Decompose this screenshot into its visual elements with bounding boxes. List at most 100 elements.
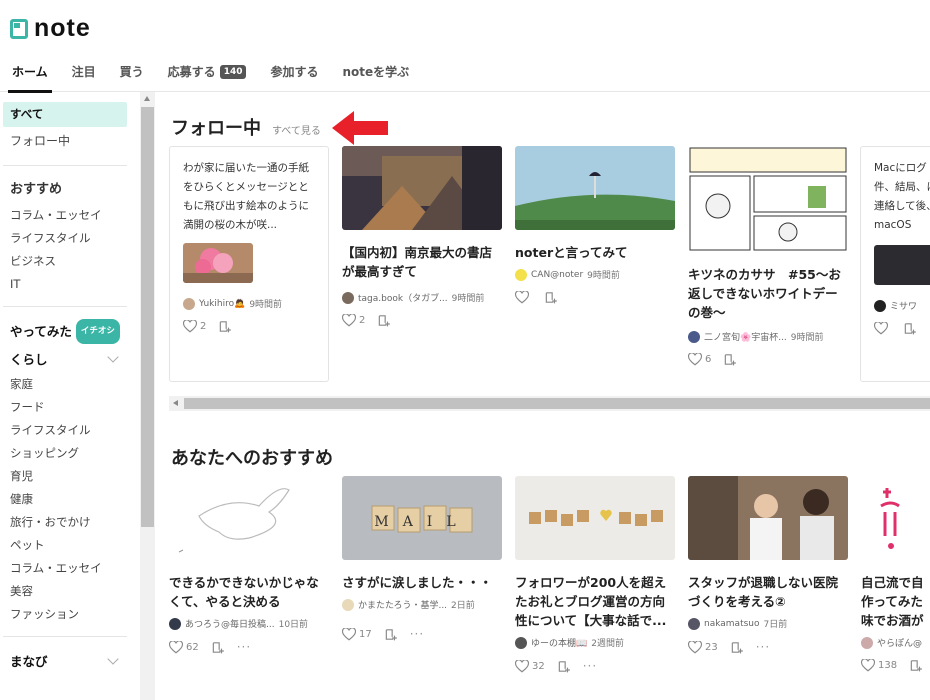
- magazine-add-icon[interactable]: [218, 320, 232, 333]
- note-title[interactable]: フォロワーが200人を超えたお礼とブログ運営の方向性について【大事な話で...: [515, 573, 675, 630]
- sidebar-item-all[interactable]: すべて: [3, 102, 127, 127]
- note-title[interactable]: できるかできないかじゃなくて、やると決める: [169, 573, 329, 611]
- more-options-icon[interactable]: ···: [583, 659, 597, 673]
- note-card[interactable]: MAIL さすがに涙しました・・・ かまたたろう・基学... 2日前 17 ··…: [342, 476, 502, 641]
- note-card[interactable]: noterと言ってみて CAN@noter 9時間前: [515, 146, 675, 304]
- heart-icon[interactable]: [515, 291, 529, 304]
- avatar[interactable]: [515, 636, 527, 649]
- note-title[interactable]: 【国内初】南京最大の書店が最高すぎて: [342, 243, 502, 281]
- magazine-add-icon[interactable]: [377, 314, 391, 327]
- sidebar-item-fashion[interactable]: ファッション: [3, 603, 127, 626]
- author-name[interactable]: Yukihiro🙇: [199, 299, 245, 309]
- magazine-add-icon[interactable]: [211, 641, 225, 654]
- heart-icon[interactable]: [342, 627, 356, 641]
- tab-apply[interactable]: 応募する 140: [156, 52, 259, 92]
- note-card[interactable]: キツネのカササ #55～お返しできないホワイトデーの巻～ 二ノ宮旬🌸宇宙杯...…: [688, 146, 848, 366]
- sidebar-item-label: ライフスタイル: [10, 231, 91, 245]
- sidebar-item-it[interactable]: IT: [3, 273, 127, 296]
- sidebar-item-beauty[interactable]: 美容: [3, 580, 127, 603]
- avatar[interactable]: [861, 636, 873, 649]
- tab-trending[interactable]: 注目: [60, 52, 108, 92]
- avatar[interactable]: [342, 291, 354, 304]
- heart-icon[interactable]: [342, 314, 356, 327]
- scrollbar-thumb[interactable]: [141, 107, 154, 527]
- sidebar-item-childcare[interactable]: 育児: [3, 465, 127, 488]
- sidebar-item-pet[interactable]: ペット: [3, 534, 127, 557]
- carousel-scrollbar[interactable]: [169, 396, 930, 411]
- avatar[interactable]: [688, 330, 700, 343]
- avatar[interactable]: [342, 598, 354, 611]
- note-card[interactable]: できるかできないかじゃなくて、やると決める あつろう@毎日投稿... 10日前 …: [169, 476, 329, 654]
- note-thumbnail: [515, 476, 675, 560]
- magazine-add-icon[interactable]: [384, 628, 398, 641]
- tab-join[interactable]: 参加する: [258, 52, 330, 92]
- author-name[interactable]: nakamatsuo: [704, 619, 760, 629]
- sidebar-item-following[interactable]: フォロー中: [3, 127, 127, 155]
- heart-icon[interactable]: [169, 640, 183, 654]
- scrollbar-thumb[interactable]: [184, 398, 930, 409]
- heart-icon[interactable]: [874, 322, 888, 335]
- author-name[interactable]: ミサワ: [890, 299, 917, 312]
- author-name[interactable]: CAN@noter: [531, 270, 583, 280]
- tab-label: ホーム: [12, 65, 48, 79]
- magazine-add-icon[interactable]: [723, 353, 737, 366]
- more-options-icon[interactable]: ···: [410, 627, 424, 641]
- note-logo[interactable]: note: [10, 14, 91, 43]
- author-name[interactable]: かまたたろう・基学...: [358, 598, 447, 611]
- sidebar-item-learn[interactable]: まなび: [3, 647, 127, 675]
- magazine-add-icon[interactable]: [557, 660, 571, 673]
- note-card[interactable]: フォロワーが200人を超えたお礼とブログ運営の方向性について【大事な話で... …: [515, 476, 675, 673]
- sidebar-item-column-2[interactable]: コラム・エッセイ: [3, 557, 127, 580]
- note-card[interactable]: スタッフが退職しない医院づくりを考える② nakamatsuo 7日前 23 ·…: [688, 476, 848, 654]
- tab-home[interactable]: ホーム: [0, 52, 60, 93]
- author-name[interactable]: 二ノ宮旬🌸宇宙杯...: [704, 330, 787, 343]
- sidebar-item-home[interactable]: 家庭: [3, 373, 127, 396]
- heart-icon[interactable]: [688, 353, 702, 366]
- see-all-link[interactable]: すべて見る: [272, 122, 321, 137]
- avatar[interactable]: [515, 268, 527, 281]
- sidebar-item-column[interactable]: コラム・エッセイ: [3, 204, 127, 227]
- magazine-add-icon[interactable]: [903, 322, 917, 335]
- note-title[interactable]: 自己流で自作ってみた味でお酒が: [861, 573, 930, 630]
- author-name[interactable]: あつろう@毎日投稿...: [185, 617, 275, 630]
- note-card[interactable]: 【国内初】南京最大の書店が最高すぎて taga.book（タガブ... 9時間前…: [342, 146, 502, 327]
- author-name[interactable]: やらぽん@: [877, 636, 922, 649]
- sidebar-item-travel[interactable]: 旅行・おでかけ: [3, 511, 127, 534]
- heart-icon[interactable]: [861, 659, 875, 672]
- note-title[interactable]: キツネのカササ #55～お返しできないホワイトデーの巻～: [688, 265, 848, 322]
- sidebar-item-tried[interactable]: やってみた イチオシ: [3, 317, 127, 345]
- note-title[interactable]: さすがに涙しました・・・: [342, 573, 502, 592]
- scroll-up-arrow-icon[interactable]: [144, 96, 150, 101]
- tab-learn-note[interactable]: noteを学ぶ: [331, 52, 422, 92]
- author-name[interactable]: ゆーの本棚📖: [531, 636, 587, 649]
- sidebar-item-lifestyle-2[interactable]: ライフスタイル: [3, 419, 127, 442]
- avatar[interactable]: [688, 617, 700, 630]
- tab-buy[interactable]: 買う: [108, 52, 156, 92]
- magazine-add-icon[interactable]: [544, 291, 558, 304]
- sidebar-item-life[interactable]: くらし: [3, 345, 127, 373]
- text-note-card[interactable]: Macにログ件、結局、に連絡して後、macOS ミサワ: [860, 146, 930, 382]
- heart-icon[interactable]: [183, 320, 197, 333]
- text-note-card[interactable]: わが家に届いた一通の手紙をひらくとメッセージとともに飛び出す絵本のように満開の桜…: [169, 146, 329, 382]
- note-card[interactable]: 自己流で自作ってみた味でお酒が やらぽん@ 138: [861, 476, 930, 672]
- sidebar-scrollbar[interactable]: [140, 92, 155, 700]
- sidebar-item-food[interactable]: フード: [3, 396, 127, 419]
- avatar[interactable]: [169, 617, 181, 630]
- sidebar-item-business[interactable]: ビジネス: [3, 250, 127, 273]
- scroll-left-arrow-icon[interactable]: [173, 400, 178, 406]
- more-options-icon[interactable]: ···: [237, 640, 251, 654]
- sidebar-item-label: 美容: [10, 584, 33, 598]
- magazine-add-icon[interactable]: [730, 641, 744, 654]
- note-title[interactable]: スタッフが退職しない医院づくりを考える②: [688, 573, 848, 611]
- avatar[interactable]: [874, 299, 886, 312]
- heart-icon[interactable]: [688, 640, 702, 654]
- magazine-add-icon[interactable]: [909, 659, 923, 672]
- sidebar-item-health[interactable]: 健康: [3, 488, 127, 511]
- sidebar-item-shopping[interactable]: ショッピング: [3, 442, 127, 465]
- heart-icon[interactable]: [515, 659, 529, 673]
- avatar[interactable]: [183, 297, 195, 310]
- note-title[interactable]: noterと言ってみて: [515, 243, 675, 262]
- author-name[interactable]: taga.book（タガブ...: [358, 291, 448, 304]
- sidebar-item-lifestyle[interactable]: ライフスタイル: [3, 227, 127, 250]
- more-options-icon[interactable]: ···: [756, 640, 770, 654]
